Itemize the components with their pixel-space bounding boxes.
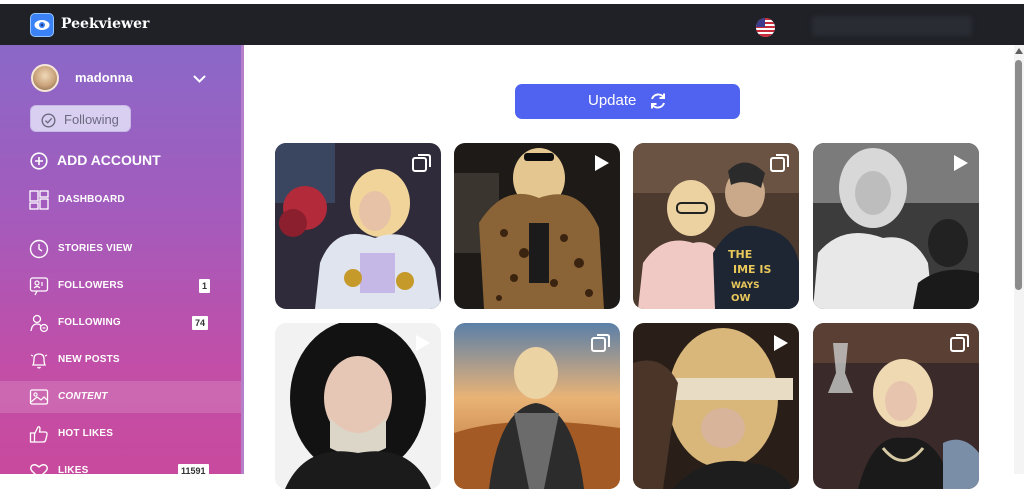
svg-text:WAYS: WAYS [731, 281, 760, 291]
sidebar-item-label: NEW POSTS [58, 354, 120, 365]
sidebar-item-new-posts[interactable]: NEW POSTS [0, 344, 241, 376]
bell-icon [30, 353, 48, 369]
post-tile[interactable]: THE IME IS WAYS OW [633, 143, 799, 309]
post-tile[interactable] [813, 143, 979, 309]
carousel-icon [412, 154, 431, 172]
sidebar-item-label: LIKES [58, 465, 89, 474]
following-count-badge: 74 [192, 316, 209, 330]
app-title[interactable]: Peekviewer [61, 16, 149, 32]
user-menu-blurred[interactable] [812, 16, 972, 36]
sidebar-item-label: FOLLOWERS [58, 280, 124, 291]
play-icon [595, 155, 609, 171]
add-account-label: ADD ACCOUNT [57, 152, 161, 168]
sidebar-item-label: HOT LIKES [58, 428, 114, 439]
post-tile[interactable] [454, 143, 620, 309]
carousel-icon [591, 334, 610, 352]
post-tile[interactable] [813, 323, 979, 489]
svg-text:IME IS: IME IS [733, 263, 771, 276]
svg-text:THE: THE [728, 248, 752, 261]
carousel-icon [770, 154, 789, 172]
post-tile[interactable] [275, 323, 441, 489]
carousel-icon [950, 334, 969, 352]
sidebar-item-label: DASHBOARD [58, 194, 125, 205]
sidebar-item-stories-view[interactable]: STORIES VIEW [0, 233, 241, 265]
followers-count-badge: 1 [199, 279, 211, 293]
eye-icon[interactable] [30, 13, 54, 37]
image-icon [29, 389, 49, 405]
sidebar-item-content[interactable]: CONTENT [0, 381, 241, 413]
play-icon [954, 155, 968, 171]
scroll-up-arrow-icon[interactable] [1015, 48, 1023, 54]
update-button[interactable]: Update [515, 84, 740, 119]
post-tile[interactable] [633, 323, 799, 489]
following-icon [30, 314, 49, 333]
post-tile[interactable] [275, 143, 441, 309]
post-tile[interactable] [454, 323, 620, 489]
heart-icon [30, 464, 48, 474]
sidebar: madonna Following ADD ACCOUNT DASHBOARD [0, 45, 243, 474]
sidebar-item-label: CONTENT [58, 391, 108, 402]
sidebar-item-label: FOLLOWING [58, 317, 121, 328]
play-icon [416, 335, 430, 351]
page-scrollbar-thumb[interactable] [1015, 60, 1022, 290]
top-header: Peekviewer [0, 4, 1024, 45]
sidebar-item-label: STORIES VIEW [58, 243, 133, 254]
svg-text:OW: OW [731, 293, 751, 304]
sidebar-item-likes[interactable]: LIKES 11591 [0, 455, 241, 474]
sidebar-item-hot-likes[interactable]: HOT LIKES [0, 418, 241, 450]
followers-icon [29, 277, 49, 296]
chevron-down-icon[interactable] [193, 71, 206, 89]
us-flag-icon[interactable] [756, 18, 775, 37]
update-button-label: Update [588, 92, 637, 109]
sidebar-scrollbar[interactable] [241, 45, 244, 474]
following-button-label: Following [64, 112, 119, 127]
sidebar-item-followers[interactable]: FOLLOWERS 1 [0, 270, 241, 302]
play-icon [774, 335, 788, 351]
profile-name[interactable]: madonna [75, 70, 133, 85]
likes-count-badge: 11591 [178, 464, 209, 474]
plus-circle-icon [30, 152, 48, 170]
thumbs-up-icon [29, 426, 48, 443]
avatar[interactable] [31, 64, 59, 92]
check-circle-icon [41, 113, 56, 128]
refresh-icon [651, 93, 665, 109]
clock-icon [29, 239, 49, 259]
sidebar-item-dashboard[interactable]: DASHBOARD [0, 184, 241, 216]
sidebar-item-following[interactable]: FOLLOWING 74 [0, 307, 241, 339]
following-button[interactable]: Following [30, 105, 131, 132]
dashboard-grid-icon [29, 190, 49, 210]
